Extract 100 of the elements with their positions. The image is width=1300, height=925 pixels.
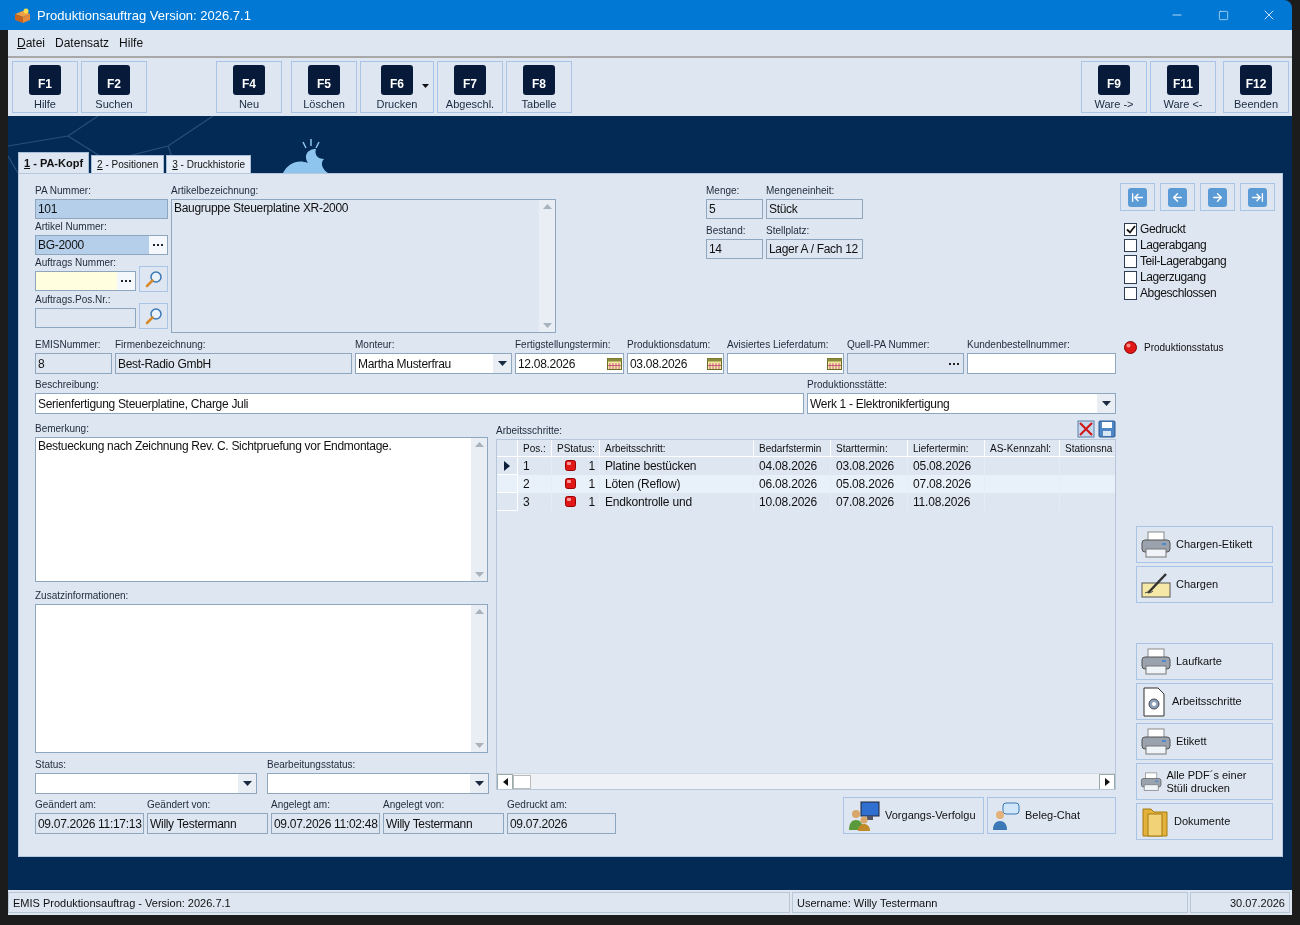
text-field[interactable]: Lager A / Fach 12 (766, 239, 863, 259)
tab[interactable]: 2 - Positionen (91, 155, 165, 173)
tab[interactable]: 3 - Druckhistorie (166, 155, 252, 173)
menu-item[interactable]: Datensatz (55, 36, 110, 50)
action-button[interactable]: Vorgangs-Verfolgu (843, 797, 984, 834)
text-field[interactable]: Willy Testermann (383, 813, 504, 834)
dropdown[interactable]: Werk 1 - Elektronikfertigung (807, 393, 1116, 414)
toolbar-button[interactable]: F7 Abgeschl. (437, 61, 503, 113)
date-field[interactable] (727, 353, 844, 374)
scroll-up-icon (474, 609, 484, 614)
toolbar-button[interactable]: F8 Tabelle (506, 61, 572, 113)
toolbar-button[interactable]: F1 Hilfe (12, 61, 78, 113)
record-nav-button[interactable] (1120, 183, 1155, 211)
menu-item[interactable]: Datei (17, 36, 46, 50)
column-header[interactable]: AS-Kennzahl: (985, 440, 1060, 457)
field-label: Artikelbezeichnung: (171, 184, 260, 198)
search-button[interactable] (139, 303, 168, 329)
column-header[interactable]: Arbeitsschritt: (600, 440, 754, 457)
column-header[interactable]: Stationsna (1060, 440, 1115, 457)
text-field[interactable]: Willy Testermann (147, 813, 268, 834)
date-field[interactable]: 12.08.2026 (515, 353, 624, 374)
checkbox[interactable]: Abgeschlossen (1124, 285, 1277, 301)
table-cell: 11.08.2026 (908, 493, 985, 511)
text-field[interactable]: Stück (766, 199, 863, 219)
column-header[interactable]: PStatus: (552, 440, 600, 457)
search-button[interactable] (139, 266, 168, 292)
action-button[interactable]: Chargen (1136, 566, 1273, 603)
toolbar-button[interactable]: F4 Neu (216, 61, 282, 113)
text-field[interactable]: 8 (35, 353, 112, 374)
text-field[interactable]: 101 (35, 199, 168, 219)
column-header[interactable]: Pos.: (518, 440, 552, 457)
checkbox[interactable]: Gedruckt (1124, 221, 1277, 237)
field-label: Artikel Nummer: (35, 220, 108, 234)
text-field[interactable] (847, 353, 964, 374)
toolbar-button[interactable]: F11 Ware <- (1150, 61, 1216, 113)
text-field[interactable]: 09.07.2026 11:17:13 (35, 813, 144, 834)
menu-item[interactable]: Hilfe (119, 36, 144, 50)
column-header[interactable]: Starttermin: (831, 440, 908, 457)
text-field[interactable] (35, 271, 136, 291)
text-field[interactable]: 09.07.2026 (507, 813, 616, 834)
checkbox[interactable]: Teil-Lagerabgang (1124, 253, 1277, 269)
action-button[interactable]: Alle PDF´s einer Stüli drucken (1136, 763, 1273, 800)
scroll-bar[interactable] (471, 605, 487, 752)
maximize-icon (1217, 9, 1229, 21)
field-label: Beschreibung: (35, 378, 100, 392)
field-label: Menge: (706, 184, 741, 198)
text-field[interactable]: 5 (706, 199, 763, 219)
dropdown[interactable] (267, 773, 489, 794)
toolbar-button[interactable]: F12 Beenden (1223, 61, 1289, 113)
text-field[interactable]: BG-2000 (35, 235, 168, 255)
record-nav-button[interactable] (1240, 183, 1275, 211)
toolbar-button[interactable]: F6 Drucken (360, 61, 434, 113)
scroll-down-icon (474, 743, 484, 748)
text-field[interactable] (35, 308, 136, 328)
text-field[interactable]: 14 (706, 239, 763, 259)
action-button[interactable]: Laufkarte (1136, 643, 1273, 680)
calendar-icon (606, 357, 622, 370)
text-area[interactable]: Baugruppe Steuerplatine XR-2000 (171, 199, 556, 333)
scroll-thumb[interactable] (513, 774, 531, 789)
action-button[interactable]: Beleg-Chat (987, 797, 1116, 834)
field-label: Status: (35, 758, 68, 772)
function-key-icon: F7 (454, 65, 486, 95)
save-icon[interactable] (1098, 420, 1116, 438)
checkbox-box[interactable] (1124, 254, 1137, 268)
toolbar-button[interactable]: F5 Löschen (291, 61, 357, 113)
dropdown[interactable]: Martha Musterfrau (355, 353, 512, 374)
action-button[interactable]: Arbeitsschritte (1136, 683, 1273, 720)
record-nav-button[interactable] (1200, 183, 1235, 211)
checkbox[interactable]: Lagerabgang (1124, 237, 1277, 253)
scroll-bar[interactable] (539, 200, 555, 332)
toolbar-button[interactable]: F9 Ware -> (1081, 61, 1147, 113)
checkbox-box[interactable] (1124, 286, 1137, 300)
action-button[interactable]: Dokumente (1136, 803, 1273, 840)
printer-icon (1140, 727, 1172, 756)
function-key-icon: F12 (1240, 65, 1272, 95)
table-cell: Löten (Reflow) (600, 475, 754, 493)
checkbox-box[interactable] (1124, 238, 1137, 252)
scroll-left-icon (502, 777, 508, 786)
toolbar-button[interactable]: F2 Suchen (81, 61, 147, 113)
text-field[interactable]: Best-Radio GmbH (115, 353, 352, 374)
column-header[interactable]: Liefertermin: (908, 440, 985, 457)
text-field[interactable]: Serienfertigung Steuerplatine, Charge Juli (35, 393, 804, 414)
scroll-bar[interactable] (497, 773, 1115, 789)
date-field[interactable]: 03.08.2026 (627, 353, 724, 374)
text-area[interactable]: Bestueckung nach Zeichnung Rev. C. Sichtpruefung vor Endmontage. (35, 437, 488, 582)
checkbox-box[interactable] (1124, 222, 1137, 236)
text-field[interactable] (967, 353, 1116, 374)
dropdown[interactable] (35, 773, 257, 794)
action-button[interactable]: Etikett (1136, 723, 1273, 760)
table-cell: 05.08.2026 (831, 475, 908, 493)
delete-icon[interactable] (1077, 420, 1095, 438)
record-nav-button[interactable] (1160, 183, 1195, 211)
checkbox[interactable]: Lagerzugang (1124, 269, 1277, 285)
field-label: Monteur: (355, 338, 396, 352)
scroll-bar[interactable] (471, 438, 487, 581)
action-button[interactable]: Chargen-Etikett (1136, 526, 1273, 563)
text-field[interactable]: 09.07.2026 11:02:48 (271, 813, 380, 834)
tab[interactable]: 1 - PA-Kopf (18, 152, 90, 173)
column-header[interactable]: Bedarfstermin (754, 440, 831, 457)
checkbox-box[interactable] (1124, 270, 1137, 284)
